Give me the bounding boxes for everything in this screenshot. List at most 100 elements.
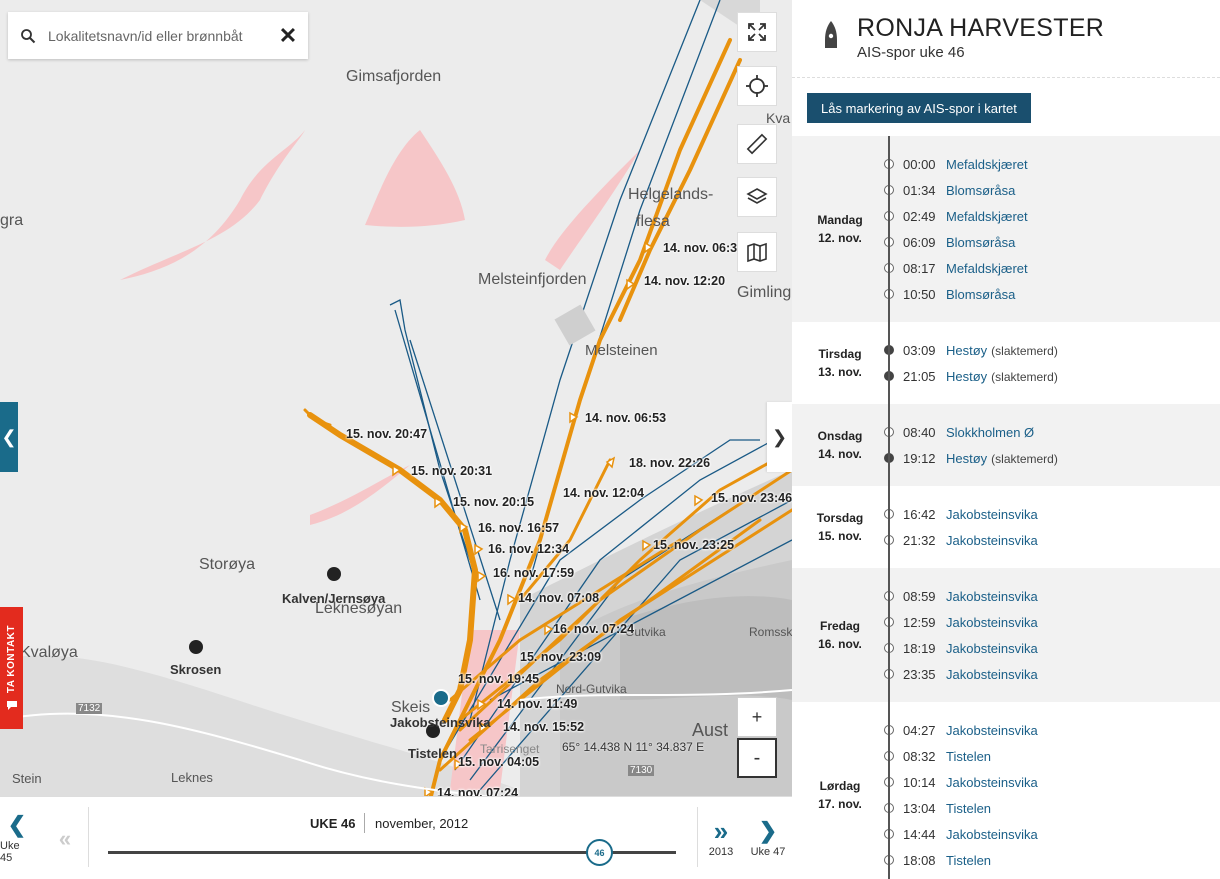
event-row[interactable]: 21:32 Jakobsteinsvika	[792, 527, 1220, 553]
location-name: Blomsøråsa	[946, 286, 1016, 302]
chevron-left-icon: ❮	[7, 811, 27, 837]
event-row[interactable]: 13:04 Tistelen	[792, 795, 1220, 821]
event-location-link[interactable]: Jakobsteinsvika	[946, 775, 1038, 790]
location-name: Blomsøråsa	[946, 234, 1016, 250]
event-location-link[interactable]: Hestøy (slaktemerd)	[946, 369, 1058, 384]
event-time: 01:34	[903, 182, 936, 198]
contact-label: TA KONTAKT	[6, 624, 17, 694]
event-location-link[interactable]: Mefaldskjæret	[946, 157, 1028, 172]
event-row[interactable]: 18:08 Tistelen	[792, 847, 1220, 873]
event-row[interactable]: 04:27 Jakobsteinsvika	[792, 717, 1220, 743]
next-week-button[interactable]: ❯ Uke 47	[748, 797, 788, 879]
event-time: 04:27	[903, 722, 936, 738]
next-week-label: Uke 47	[750, 845, 786, 858]
event-location-link[interactable]: Jakobsteinsvika	[946, 533, 1038, 548]
layers-button[interactable]	[737, 177, 777, 217]
current-month-label: november, 2012	[375, 816, 469, 831]
event-location-link[interactable]: Tistelen	[946, 749, 991, 764]
event-row[interactable]: 02:49 Mefaldskjæret	[792, 203, 1220, 229]
event-row[interactable]: 06:09 Blomsøråsa	[792, 229, 1220, 255]
collapse-left-button[interactable]: ❮	[0, 402, 18, 472]
event-location-link[interactable]: Tistelen	[946, 801, 991, 816]
vessel-position-marker	[432, 689, 450, 707]
event-location-link[interactable]: Mefaldskjæret	[946, 209, 1028, 224]
event-location-link[interactable]: Slokkholmen Ø	[946, 425, 1034, 440]
event-time: 19:12	[903, 450, 936, 466]
location-marker	[189, 640, 203, 654]
event-row[interactable]: 08:40 Slokkholmen Ø	[792, 419, 1220, 445]
measure-button[interactable]	[737, 124, 777, 164]
search-icon	[8, 28, 48, 44]
contact-button[interactable]: TA KONTAKT	[0, 607, 23, 729]
road-number: 7132	[76, 703, 103, 714]
location-name: Hestøy	[946, 450, 988, 466]
place-name: Tistelen	[408, 746, 457, 761]
event-row[interactable]: 23:35 Jakobsteinsvika	[792, 661, 1220, 687]
event-location-link[interactable]: Jakobsteinsvika	[946, 667, 1038, 682]
event-location-link[interactable]: Jakobsteinsvika	[946, 615, 1038, 630]
event-row[interactable]: 10:50 Blomsøråsa	[792, 281, 1220, 307]
fullscreen-button[interactable]	[737, 12, 777, 52]
event-location-link[interactable]: Mefaldskjæret	[946, 261, 1028, 276]
event-row[interactable]: 08:32 Tistelen	[792, 743, 1220, 769]
map-view[interactable]: Gimsafjorden gra Helgelands- flesa Melst…	[0, 0, 792, 879]
ais-event-list: Mandag 12. nov. 00:00 Mefaldskjæret 01:34 Blo…	[792, 136, 1220, 879]
prev-year-button[interactable]: «	[50, 797, 80, 879]
fullscreen-icon	[748, 23, 766, 41]
event-time: 13:04	[903, 800, 936, 816]
event-time: 18:19	[903, 640, 936, 656]
event-location-link[interactable]: Tistelen	[946, 853, 991, 868]
week-slider-handle[interactable]: 46	[586, 839, 613, 866]
location-name: Jakobsteinsvika	[946, 722, 1038, 738]
prev-week-button[interactable]: ❮ Uke 45	[0, 797, 34, 879]
vessel-panel: RONJA HARVESTER AIS-spor uke 46 Lås mark…	[792, 0, 1220, 879]
place-name: flesa	[636, 213, 670, 230]
zoom-out-button[interactable]: -	[737, 738, 777, 778]
place-name: Stein	[12, 771, 42, 786]
event-row[interactable]: 12:59 Jakobsteinsvika	[792, 609, 1220, 635]
event-row[interactable]: 19:12 Hestøy (slaktemerd)	[792, 445, 1220, 471]
event-row[interactable]: 08:59 Jakobsteinsvika	[792, 583, 1220, 609]
event-location-link[interactable]: Jakobsteinsvika	[946, 589, 1038, 604]
collapse-panel-button[interactable]: ❯	[767, 402, 792, 472]
current-week-label: UKE 46	[310, 816, 356, 831]
map-help-button[interactable]	[737, 232, 777, 272]
search-input[interactable]	[48, 27, 268, 44]
event-location-link[interactable]: Blomsøråsa	[946, 287, 1015, 302]
event-location-link[interactable]: Jakobsteinsvika	[946, 641, 1038, 656]
event-row[interactable]: 21:05 Hestøy (slaktemerd)	[792, 363, 1220, 389]
event-row[interactable]: 16:42 Jakobsteinsvika	[792, 501, 1220, 527]
crosshair-icon	[746, 75, 768, 97]
event-list: 16:42 Jakobsteinsvika 21:32 Jakobsteinsvika	[792, 486, 1220, 553]
event-location-link[interactable]: Blomsøråsa	[946, 235, 1015, 250]
event-location-link[interactable]: Blomsøråsa	[946, 183, 1015, 198]
event-row[interactable]: 18:19 Jakobsteinsvika	[792, 635, 1220, 661]
event-row[interactable]: 08:17 Mefaldskjæret	[792, 255, 1220, 281]
divider	[697, 807, 698, 867]
restricted-zone	[120, 130, 305, 280]
zoom-in-button[interactable]: +	[737, 697, 777, 737]
event-location-link[interactable]: Jakobsteinsvika	[946, 827, 1038, 842]
clear-search-button[interactable]: ✕	[268, 23, 308, 49]
event-row[interactable]: 01:34 Blomsøråsa	[792, 177, 1220, 203]
event-row[interactable]: 10:14 Jakobsteinsvika	[792, 769, 1220, 795]
week-timeline: ❮ Uke 45 « UKE 46 november, 2012 46 » 20…	[0, 796, 792, 879]
app-root: Gimsafjorden gra Helgelands- flesa Melst…	[0, 0, 1220, 879]
event-row[interactable]: 00:00 Mefaldskjæret	[792, 151, 1220, 177]
lock-ais-track-button[interactable]: Lås markering av AIS-spor i kartet	[807, 93, 1031, 123]
locate-button[interactable]	[737, 66, 777, 106]
event-location-link[interactable]: Jakobsteinsvika	[946, 507, 1038, 522]
location-name: Blomsøråsa	[946, 182, 1016, 198]
day-group: Mandag 12. nov. 00:00 Mefaldskjæret 01:34 Blo…	[792, 136, 1220, 322]
next-year-button[interactable]: » 2013	[702, 797, 740, 879]
place-name: gra	[0, 212, 24, 229]
place-name: Jakobsteinsvika	[390, 715, 491, 730]
event-location-link[interactable]: Hestøy (slaktemerd)	[946, 343, 1058, 358]
event-location-link[interactable]: Jakobsteinsvika	[946, 723, 1038, 738]
event-row[interactable]: 03:09 Hestøy (slaktemerd)	[792, 337, 1220, 363]
place-name: Leknesøyan	[315, 600, 403, 617]
event-location-link[interactable]: Hestøy (slaktemerd)	[946, 451, 1058, 466]
event-row[interactable]: 14:44 Jakobsteinsvika	[792, 821, 1220, 847]
event-note: (slaktemerd)	[991, 369, 1058, 384]
event-time: 03:09	[903, 342, 936, 358]
